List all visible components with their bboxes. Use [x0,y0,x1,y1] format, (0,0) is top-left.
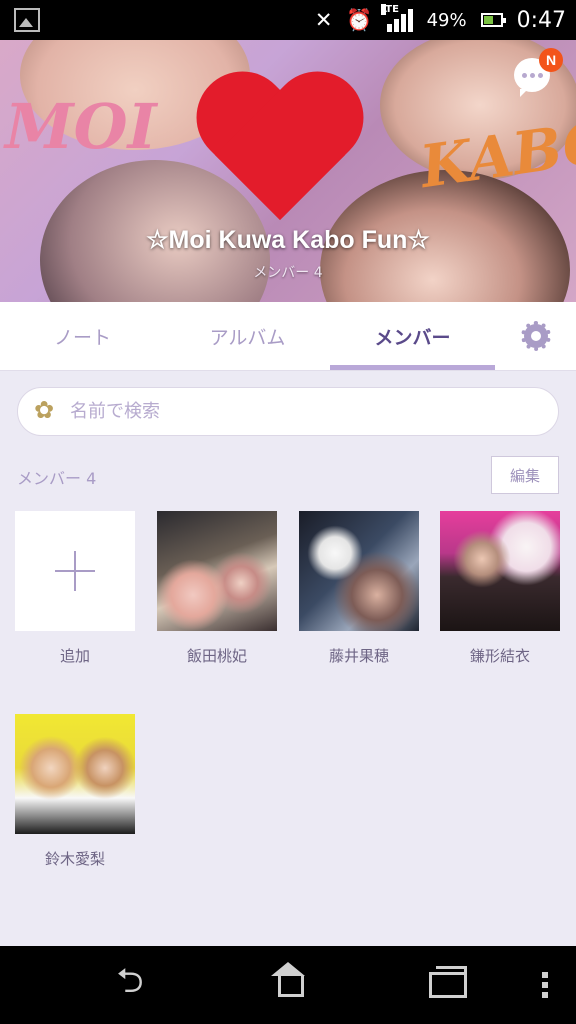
home-icon [271,962,305,998]
plus-icon [55,551,95,591]
member-avatar[interactable] [15,714,135,834]
cover-stamp-moi: MOI [5,90,157,163]
member-tile[interactable]: 鎌形結衣 [440,511,560,666]
group-cover-image: MOI KABO N ☆Moi Kuwa Kabo Fun☆ メンバー 4 [0,40,576,302]
notification-badge: N [539,48,563,72]
add-member-button[interactable] [15,511,135,631]
system-nav-bar: ⮌ [0,946,576,1024]
search-bar[interactable] [17,387,559,436]
edit-button[interactable]: 編集 [491,456,559,494]
bluetooth-off-icon: ✕ [314,8,333,32]
tab-bar: ノート アルバム メンバー [0,302,576,371]
member-name: 飯田桃妃 [186,647,247,665]
tab-settings[interactable] [495,302,576,370]
picture-icon [14,8,40,32]
clock-time: 0:47 [516,7,566,33]
group-member-count: メンバー 4 [253,265,323,281]
group-title: ☆Moi Kuwa Kabo Fun☆ [146,226,430,254]
member-count-label: メンバー 4 [17,469,97,488]
member-name: 鎌形結衣 [469,647,530,665]
flower-search-icon [34,396,58,424]
member-avatar[interactable] [157,511,277,631]
member-name: 鈴木愛梨 [44,850,105,868]
recent-apps-button[interactable] [408,946,488,1024]
tab-note[interactable]: ノート [0,302,165,370]
member-avatar[interactable] [440,511,560,631]
member-tile[interactable]: 飯田桃妃 [157,511,277,666]
battery-percent: 49% [426,9,467,31]
member-name: 藤井果穂 [328,647,389,665]
member-avatar[interactable] [299,511,419,631]
member-tile[interactable]: 鈴木愛梨 [15,714,135,869]
search-input[interactable] [68,400,512,423]
heart-icon [190,75,370,245]
home-button[interactable] [248,946,328,1024]
back-icon[interactable]: ⮌ [90,946,170,1024]
status-bar: ✕ ⏰ LTE 49% 0:47 [0,0,576,40]
member-name: 追加 [59,647,90,665]
add-member-tile[interactable]: 追加 [15,511,135,666]
gear-icon [520,321,551,351]
network-type-label: LTE [380,4,399,15]
tab-member[interactable]: メンバー [330,302,495,370]
tab-album[interactable]: アルバム [165,302,330,370]
menu-icon[interactable] [520,946,570,1024]
signal-icon: LTE [380,4,413,32]
recent-apps-icon [429,966,467,998]
alarm-clock-icon: ⏰ [346,7,373,32]
member-tile[interactable]: 藤井果穂 [299,511,419,666]
battery-icon [480,13,506,27]
